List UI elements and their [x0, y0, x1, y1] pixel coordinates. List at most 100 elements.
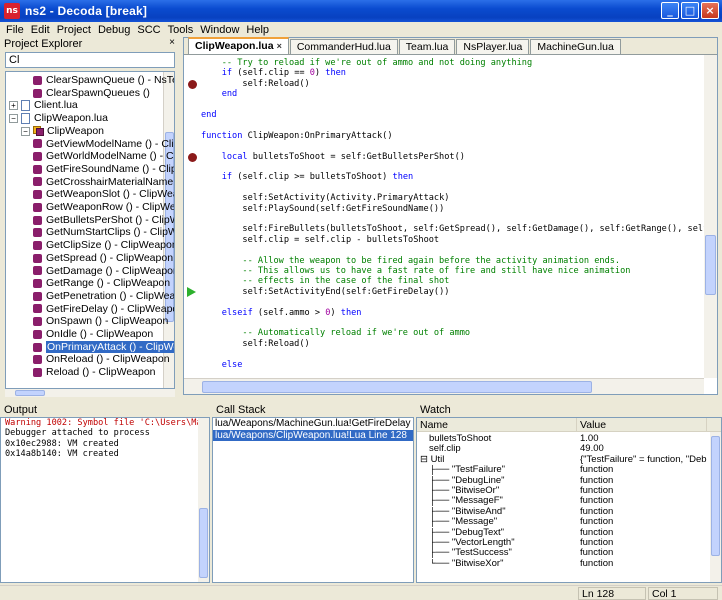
menu-item-edit[interactable]: Edit	[29, 24, 55, 36]
watch-row[interactable]: └── "BitwiseXor" function	[417, 559, 707, 569]
watch-row[interactable]: bulletsToShoot 1.00	[417, 434, 707, 444]
tree-item[interactable]: GetWeaponRow () - ClipWe	[33, 201, 174, 214]
editor-tab[interactable]: Team.lua	[398, 39, 456, 54]
output-body[interactable]: Warning 1002: Symbol file 'C:\Users\Ma De…	[0, 417, 210, 583]
tree-item[interactable]: GetNumStartClips () - ClipW	[33, 226, 174, 239]
maximize-button[interactable]: □	[681, 2, 699, 19]
code-line[interactable]: -- Automatically reload if we're out of …	[201, 328, 470, 338]
menu-item-debug[interactable]: Debug	[96, 24, 135, 36]
editor-horizontal-scrollbar[interactable]	[184, 378, 704, 394]
code-line[interactable]: -- Allow the weapon to be fired again be…	[201, 256, 620, 266]
watch-row[interactable]: ├── "BitwiseAnd" function	[417, 507, 707, 517]
watch-row[interactable]: ├── "Message" function	[417, 517, 707, 527]
code-line[interactable]: else	[201, 360, 243, 370]
code-line[interactable]: -- This allows us to have a fast rate of…	[201, 266, 630, 276]
close-icon[interactable]: ×	[277, 41, 282, 51]
code-line[interactable]: if (self.clip == 0) then	[201, 68, 346, 78]
tree-item[interactable]: GetDamage () - ClipWeapon	[33, 265, 174, 278]
editor-tab[interactable]: NsPlayer.lua	[456, 39, 530, 54]
tree-item[interactable]: ClearSpawnQueues ()	[33, 87, 150, 100]
editor-gutter[interactable]	[184, 55, 200, 378]
code-line[interactable]: self.clip = self.clip - bulletsToShoot	[201, 235, 439, 245]
scroll-thumb[interactable]	[202, 381, 592, 393]
watch-body[interactable]: Name Value bulletsToShoot 1.00 self.clip 49…	[416, 417, 722, 583]
collapse-icon[interactable]: −	[21, 126, 30, 136]
call-stack-frame[interactable]: lua/Weapons/ClipWeapon.lua!Lua Line 128	[213, 429, 413, 441]
watch-row[interactable]: ├── "VectorLength" function	[417, 538, 707, 548]
project-filter-input[interactable]: Cl	[5, 52, 175, 68]
close-icon[interactable]: ×	[169, 37, 175, 48]
watch-column-name[interactable]: Name	[417, 418, 577, 431]
call-stack-body[interactable]: lua/Weapons/MachineGun.lua!GetFireDelay …	[212, 417, 414, 583]
watch-row[interactable]: ├── "DebugLine" function	[417, 476, 707, 486]
menu-item-project[interactable]: Project	[55, 24, 96, 36]
menu-item-scc[interactable]: SCC	[135, 24, 165, 36]
editor-tab[interactable]: ClipWeapon.lua ×	[188, 37, 289, 54]
code-line[interactable]: self:Reload()	[201, 79, 309, 89]
expand-icon[interactable]: +	[9, 101, 18, 111]
menu-item-file[interactable]: File	[4, 24, 29, 36]
code-line[interactable]: self:SetActivityEnd(self:GetFireDelay())	[201, 287, 449, 297]
tree-item[interactable]: GetCrosshairMaterialName (	[33, 176, 174, 189]
tree-item[interactable]: Reload () - ClipWeapon	[33, 366, 156, 379]
code-line[interactable]: self:Reload()	[201, 339, 309, 349]
output-scrollbar[interactable]	[198, 418, 209, 582]
tree-item[interactable]: GetWorldModelName () - Clip	[33, 150, 174, 163]
scroll-thumb[interactable]	[705, 235, 716, 295]
watch-row[interactable]: ├── "TestFailure" function	[417, 465, 707, 475]
tree-item[interactable]: GetPenetration () - ClipWea	[33, 290, 174, 303]
tree-item[interactable]: GetWeaponSlot () - ClipWea	[33, 188, 174, 201]
code-line[interactable]: if (self.clip >= bulletsToShoot) then	[201, 172, 414, 182]
code-line[interactable]: elseif (self.ammo > 0) then	[201, 308, 362, 318]
tree-item[interactable]: GetFireDelay () - ClipWeapo	[33, 303, 174, 316]
tree-item[interactable]: GetSpread () - ClipWeapon	[33, 252, 173, 265]
menu-item-tools[interactable]: Tools	[166, 24, 199, 36]
watch-row[interactable]: ├── "TestSuccess" function	[417, 548, 707, 558]
code-line[interactable]: self:PlaySound(self:GetFireSoundName())	[201, 204, 444, 214]
code-line[interactable]: self:SetActivity(Activity.PrimaryAttack)	[201, 193, 449, 203]
close-button[interactable]: ×	[701, 2, 719, 19]
watch-column-value[interactable]: Value	[577, 418, 707, 431]
tree-item[interactable]: OnSpawn () - ClipWeapon	[33, 315, 168, 328]
code-line[interactable]: local bulletsToShoot = self:GetBulletsPe…	[201, 152, 465, 162]
tree-item[interactable]: GetClipSize () - ClipWeapon	[33, 239, 174, 252]
menu-item-window[interactable]: Window	[198, 24, 244, 36]
watch-row[interactable]: ├── "DebugText" function	[417, 528, 707, 538]
breakpoint-icon[interactable]	[188, 79, 197, 89]
editor-tab[interactable]: MachineGun.lua	[530, 39, 621, 54]
tree-item[interactable]: − ClipWeapon.lua	[9, 112, 108, 125]
tree-item[interactable]: ClearSpawnQueue () - NsTeam	[33, 74, 174, 87]
tree-item[interactable]: GetBulletsPerShot () - ClipW	[33, 214, 174, 227]
code-line[interactable]: function ClipWeapon:OnPrimaryAttack()	[201, 131, 393, 141]
app-icon[interactable]: ns	[4, 3, 20, 19]
code-line[interactable]: end	[201, 89, 238, 99]
tree-item[interactable]: OnIdle () - ClipWeapon	[33, 328, 153, 341]
tree-item[interactable]: GetFireSoundName () - Clip\	[33, 163, 174, 176]
code-line[interactable]: end	[201, 110, 217, 120]
scroll-thumb[interactable]	[199, 508, 208, 578]
scroll-thumb[interactable]	[711, 436, 720, 556]
tree-item[interactable]: GetViewModelName () - Clip'	[33, 138, 174, 151]
tree-item[interactable]: + Client.lua	[9, 99, 78, 112]
tree-item[interactable]: OnPrimaryAttack () - ClipWe	[33, 340, 174, 354]
collapse-icon[interactable]: −	[9, 113, 18, 123]
watch-row[interactable]: ├── "MessageF" function	[417, 496, 707, 506]
watch-scrollbar[interactable]	[710, 432, 721, 582]
editor-vertical-scrollbar[interactable]	[704, 55, 717, 378]
tree-horizontal-scrollbar[interactable]	[5, 389, 175, 397]
code-line[interactable]: -- Try to reload if we're out of ammo an…	[201, 58, 532, 68]
menu-item-help[interactable]: Help	[244, 24, 274, 36]
tree-item[interactable]: − ClipWeapon	[21, 125, 104, 138]
tree-item[interactable]: GetRange () - ClipWeapon	[33, 277, 170, 290]
watch-row[interactable]: ├── "BitwiseOr" function	[417, 486, 707, 496]
scroll-thumb[interactable]	[15, 390, 45, 396]
watch-row[interactable]: ⊟ Util {"TestFailure" = function, "DebugL…	[417, 455, 707, 465]
editor-tab[interactable]: CommanderHud.lua	[289, 39, 398, 54]
watch-row[interactable]: self.clip 49.00	[417, 444, 707, 454]
call-stack-frame[interactable]: lua/Weapons/MachineGun.lua!GetFireDelay …	[213, 418, 413, 430]
minimize-button[interactable]: _	[661, 2, 679, 19]
code-line[interactable]: -- effects in the case of the final shot	[201, 276, 449, 286]
title-bar[interactable]: ns ns2 - Decoda [break] _ □ ×	[0, 0, 722, 22]
tree-item[interactable]: OnReload () - ClipWeapon	[33, 353, 170, 366]
code-line[interactable]: self:FireBullets(bulletsToShoot, self:Ge…	[201, 224, 704, 234]
